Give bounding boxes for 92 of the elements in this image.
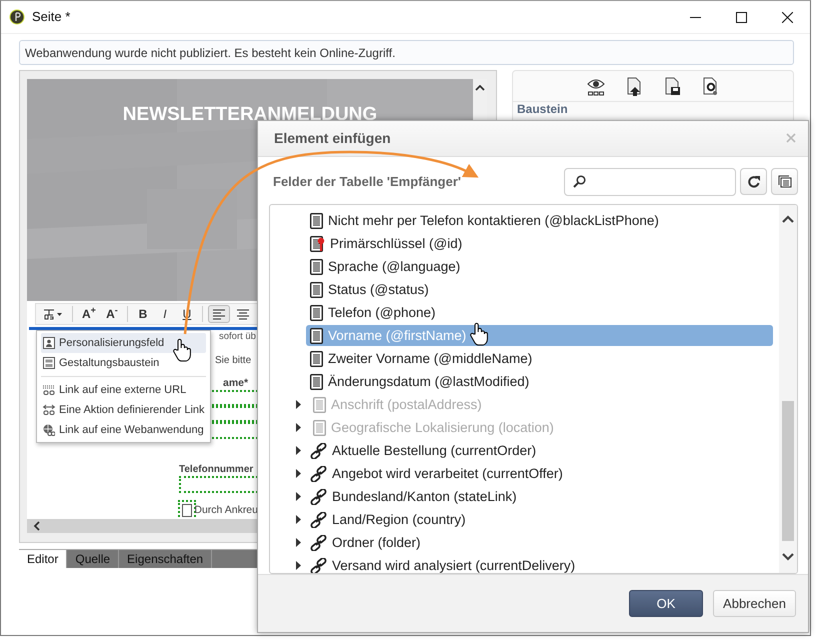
person-field-icon [43, 337, 55, 349]
align-left-icon [212, 308, 226, 320]
save-document-icon[interactable] [665, 77, 681, 96]
upload-document-icon[interactable] [627, 77, 643, 96]
expand-arrow-icon[interactable] [296, 538, 302, 548]
layout-block-icon [43, 357, 55, 369]
editor-tab[interactable]: Editor [19, 550, 68, 568]
close-icon[interactable] [782, 12, 792, 22]
menu-item-label: Eine Aktion definierender Link [59, 402, 205, 418]
field-label: Telefonnummer [179, 463, 254, 476]
document-icon [313, 396, 326, 413]
paragraph-text: Sie bitte [215, 354, 252, 368]
link-icon [310, 512, 327, 528]
font-size-button[interactable]: A$^{+}$ [78, 305, 100, 323]
font-size-button[interactable]: A$^{-}$ [102, 305, 122, 323]
refresh-button[interactable] [740, 168, 767, 196]
tree-item[interactable]: Telefon (@phone) [306, 302, 773, 324]
tree-item[interactable]: Angebot wird verarbeitet (currentOffer) [306, 463, 773, 484]
tree-item[interactable]: Nicht mehr per Telefon kontaktieren (@blackListPhone) [306, 210, 773, 232]
scrollbar-thumb[interactable] [782, 401, 794, 542]
list-icon [778, 175, 792, 188]
url-link-icon [43, 384, 55, 396]
tree-item[interactable]: Land/Region (country) [306, 509, 773, 530]
tree-item[interactable]: Bundesland/Kanton (stateLink) [306, 486, 773, 508]
menu-item[interactable]: Link auf eine externe URL [41, 380, 206, 400]
field-label: ame* [223, 377, 250, 390]
panel-title: Baustein [516, 102, 569, 117]
scroll-down-icon[interactable] [782, 553, 794, 562]
link-icon [310, 558, 327, 574]
hand-cursor-icon [469, 322, 489, 346]
cancel-button[interactable]: Abbrechen [713, 590, 796, 618]
dialog-subtitle: Felder der Tabelle 'Empfänger' [273, 172, 462, 191]
tree-item[interactable]: Primärschlüssel (@id) [306, 233, 773, 254]
key-document-icon [310, 236, 325, 252]
checkbox-label: Durch Ankreu [194, 503, 258, 518]
expand-arrow-icon[interactable] [296, 561, 302, 570]
document-icon [313, 420, 326, 436]
align-left-button[interactable] [208, 305, 230, 323]
preview-icon[interactable] [587, 78, 605, 96]
hand-cursor-icon [172, 338, 192, 362]
page-heading: NEWSLETTERANMELDUNG [122, 103, 378, 127]
scroll-up-icon[interactable] [475, 85, 485, 91]
scroll-left-icon[interactable] [33, 521, 40, 531]
tree-item[interactable]: Änderungsdatum (@lastModified) [306, 371, 773, 392]
link-icon [310, 442, 327, 459]
tree-item[interactable]: Ordner (folder) [306, 532, 773, 554]
document-icon [310, 258, 323, 275]
document-icon [310, 212, 323, 229]
menu-item-label: Link auf eine externe URL [59, 382, 186, 398]
editor-tab[interactable]: Eigenschaften [119, 550, 212, 568]
globe-link-icon [43, 424, 55, 436]
tree-item[interactable]: Status (@status) [306, 279, 773, 300]
list-view-button[interactable] [771, 168, 798, 196]
maximize-icon[interactable] [736, 12, 746, 22]
menu-item-label: Link auf eine Webanwendung [59, 422, 204, 438]
search-icon [573, 175, 586, 188]
italic-button[interactable]: I [154, 305, 175, 323]
dialog-title: Element einfügen [274, 128, 392, 148]
tree-item[interactable]: Sprache (@language) [306, 256, 773, 278]
insert-icon [43, 308, 63, 320]
bold-button[interactable]: B [132, 305, 153, 323]
minimize-icon[interactable] [690, 16, 700, 18]
document-icon [310, 374, 323, 390]
menu-item[interactable]: Link auf eine Webanwendung [41, 420, 206, 440]
document-icon [310, 328, 323, 344]
expand-arrow-icon[interactable] [296, 469, 302, 478]
document-icon [310, 304, 323, 321]
editor-tab[interactable]: Quelle [67, 550, 120, 568]
document-icon [310, 350, 323, 367]
link-icon [310, 466, 327, 482]
search-field[interactable] [564, 168, 736, 196]
expand-arrow-icon[interactable] [296, 446, 302, 456]
ok-button[interactable]: OK [629, 590, 703, 618]
align-center-icon [236, 308, 250, 320]
tree-item[interactable]: Zweiter Vorname (@middleName) [306, 348, 773, 370]
notice-bar: Webanwendung wurde nicht publiziert. Es besteht kein Online-Zugriff. [19, 40, 794, 65]
menu-item-label: Gestaltungsbaustein [59, 356, 160, 371]
refresh-icon [746, 174, 760, 189]
settings-document-icon[interactable] [703, 77, 719, 96]
menu-item[interactable]: Gestaltungsbaustein [41, 353, 206, 373]
expand-arrow-icon[interactable] [296, 492, 302, 502]
link-icon [310, 488, 327, 505]
tree-item[interactable]: Aktuelle Bestellung (currentOrder) [306, 440, 773, 462]
window-title: Seite * [32, 8, 70, 26]
document-icon [310, 282, 323, 298]
link-icon [310, 534, 327, 551]
action-link-icon [43, 404, 55, 416]
app-logo-icon [9, 9, 25, 25]
expand-arrow-icon[interactable] [296, 515, 302, 524]
menu-item[interactable]: Eine Aktion definierender Link [41, 400, 206, 420]
scroll-up-icon[interactable] [782, 215, 794, 224]
tree-item[interactable]: Versand wird analysiert (currentDelivery) [306, 555, 773, 574]
